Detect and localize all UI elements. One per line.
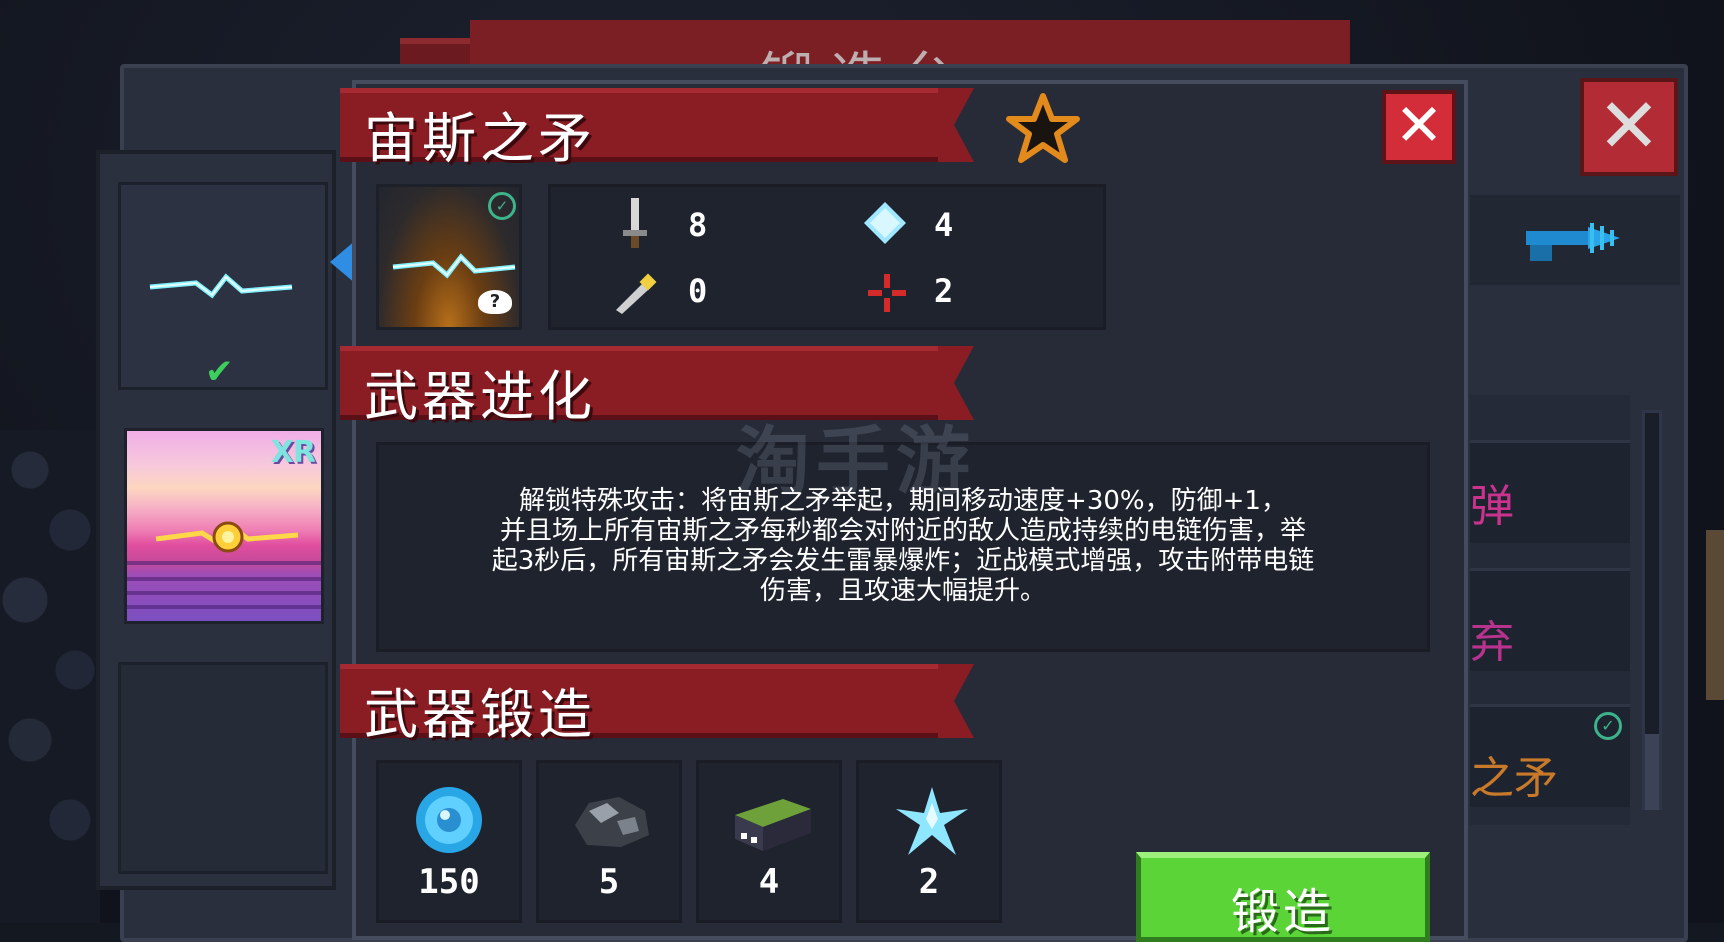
background-close-icon: ✕ bbox=[1597, 81, 1661, 170]
background-weapon-slot bbox=[1470, 195, 1680, 285]
close-icon: ✕ bbox=[1394, 91, 1444, 159]
damage-sword-icon bbox=[623, 198, 647, 248]
forge-button-label: 锻造 bbox=[1230, 884, 1335, 940]
material-count: 4 bbox=[758, 862, 780, 902]
crystal-shard-icon bbox=[896, 787, 968, 855]
description-line: 起3秒后，所有宙斯之矛会发生雷暴爆炸；近战模式增强，攻击附带电链 bbox=[491, 546, 1315, 576]
forge-title: 武器锻造 bbox=[364, 683, 596, 746]
form-slot-empty[interactable] bbox=[118, 662, 328, 874]
evolution-description: 解锁特殊攻击：将宙斯之矛举起，期间移动速度+30%，防御+1， 并且场上所有宙斯… bbox=[390, 486, 1416, 606]
evolution-title: 武器进化 bbox=[364, 365, 596, 428]
background-list-text: 弃 bbox=[1470, 617, 1514, 668]
energy-diamond-icon bbox=[864, 202, 906, 244]
form-slot-xr[interactable]: XR bbox=[124, 428, 324, 624]
weapon-name: 宙斯之矛 bbox=[364, 107, 596, 170]
background-edge bbox=[1706, 530, 1724, 700]
ribbon-tail bbox=[938, 88, 974, 162]
xr-badge: XR bbox=[270, 435, 316, 470]
inaccuracy-value: 2 bbox=[934, 272, 954, 310]
description-line: 并且场上所有宙斯之矛每秒都会对附近的敌人造成持续的电链伤害，举 bbox=[499, 516, 1306, 546]
energy-value: 4 bbox=[934, 206, 954, 244]
damage-value: 8 bbox=[688, 206, 708, 244]
inaccuracy-crosshair-icon bbox=[868, 274, 906, 312]
crit-dagger-icon bbox=[616, 273, 657, 314]
description-line: 解锁特殊攻击：将宙斯之矛举起，期间移动速度+30%，防御+1， bbox=[519, 486, 1287, 516]
material-count: 2 bbox=[918, 862, 940, 902]
battery-icon bbox=[735, 799, 811, 851]
material-count: 150 bbox=[418, 862, 480, 902]
check-icon: ✔ bbox=[205, 352, 234, 392]
background-list-text: 之矛 bbox=[1470, 753, 1558, 804]
owned-check-icon: ✓ bbox=[1594, 712, 1622, 740]
favorite-star-icon[interactable] bbox=[1005, 92, 1081, 164]
verified-icon: ✓ bbox=[488, 192, 516, 220]
blue-gun-icon bbox=[1526, 223, 1620, 261]
stone-wall bbox=[0, 430, 100, 923]
crit-value: 0 bbox=[688, 272, 708, 310]
ore-icon bbox=[575, 797, 649, 847]
blue-gem-coin-icon bbox=[416, 787, 482, 853]
ribbon-tail bbox=[938, 664, 974, 738]
description-line: 伤害，且攻速大幅提升。 bbox=[759, 576, 1046, 606]
material-count: 5 bbox=[598, 862, 620, 902]
scrollbar-thumb[interactable] bbox=[1645, 734, 1659, 810]
lightning-spear-icon bbox=[149, 273, 293, 299]
inspect-icon[interactable]: ? bbox=[478, 290, 512, 314]
golden-lightning-icon bbox=[155, 521, 299, 553]
background-list-text: 弹 bbox=[1470, 481, 1514, 532]
